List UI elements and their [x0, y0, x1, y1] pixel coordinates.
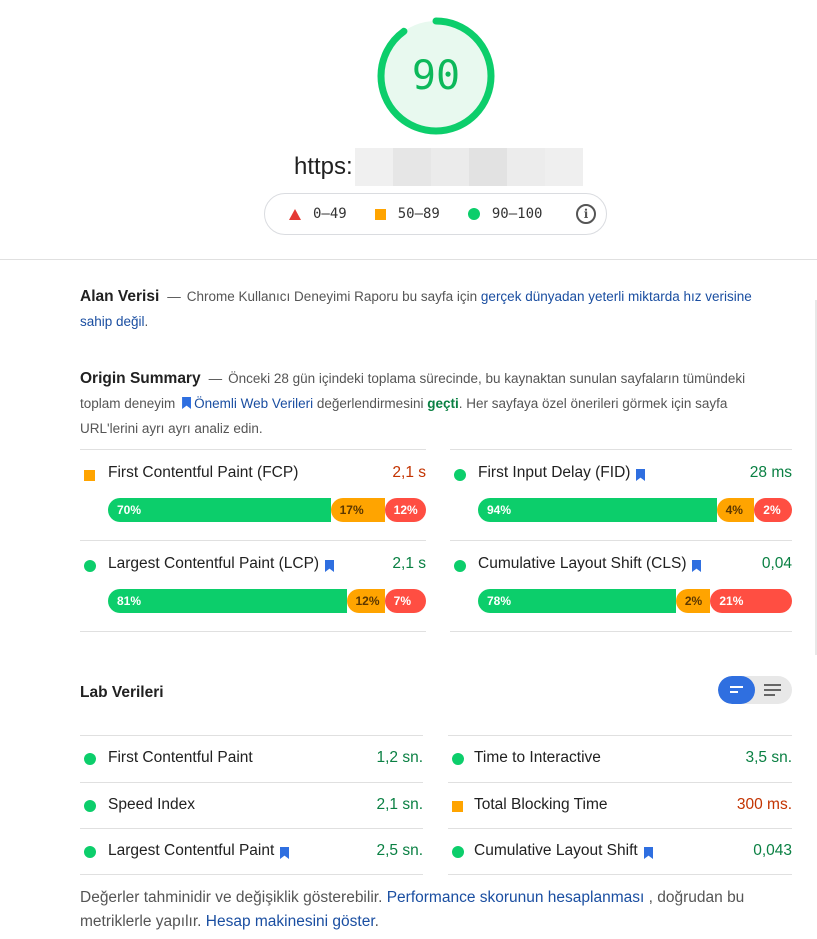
- section-divider: [448, 874, 792, 875]
- metric-name: First Contentful Paint: [108, 749, 253, 766]
- url-text: https:: [294, 153, 353, 180]
- metric-name: First Input Delay (FID): [478, 464, 631, 481]
- triangle-icon: [289, 208, 301, 220]
- square-icon: [84, 470, 95, 481]
- lab-metric: Total Blocking Time 300 ms.: [448, 782, 792, 829]
- score-legend: 0–49 50–89 90–100 i: [264, 193, 607, 235]
- metric-name: Time to Interactive: [474, 749, 601, 766]
- calculator-link[interactable]: Hesap makinesini göster: [206, 913, 375, 930]
- metric-value: 2,1 sn.: [376, 796, 423, 813]
- section-divider: [450, 631, 792, 632]
- metric-value: 28 ms: [749, 464, 792, 481]
- lab-metric: Speed Index 2,1 sn.: [80, 782, 423, 829]
- field-metric: First Contentful Paint (FCP) 2,1 s 70% 17% 1…: [80, 449, 426, 541]
- metric-value: 2,1 s: [392, 464, 426, 481]
- bookmark-icon: [182, 397, 192, 409]
- origin-summary-title: Origin Summary: [80, 370, 201, 387]
- field-data-section: Alan Verisi — Chrome Kullanıcı Deneyimi Ra…: [80, 288, 752, 329]
- distribution-poor: 21%: [710, 589, 792, 613]
- distribution-good: 70%: [108, 498, 331, 522]
- circle-icon: [84, 800, 96, 812]
- score-gauge: 90: [375, 15, 497, 137]
- view-toggle[interactable]: [718, 676, 792, 704]
- legend-item-poor: 0–49: [289, 206, 347, 222]
- metric-value: 1,2 sn.: [376, 749, 423, 766]
- legend-item-average: 50–89: [374, 206, 440, 222]
- distribution-bar: 70% 17% 12%: [108, 498, 426, 522]
- field-metric: First Input Delay (FID) 28 ms 94% 4% 2%: [450, 449, 792, 541]
- header-divider: [0, 259, 817, 260]
- legend-item-good: 90–100: [467, 206, 542, 222]
- circle-icon: [454, 560, 466, 572]
- metric-name: Largest Contentful Paint (LCP): [108, 555, 320, 572]
- metric-value: 2,5 sn.: [376, 842, 423, 859]
- circle-icon: [452, 753, 464, 765]
- metric-name: Largest Contentful Paint: [108, 842, 275, 859]
- circle-icon: [84, 846, 96, 858]
- square-icon: [452, 801, 463, 812]
- footer-note: Değerler tahminidir ve değişiklik göster…: [80, 889, 745, 930]
- field-data-title: Alan Verisi: [80, 288, 160, 305]
- metric-value: 3,5 sn.: [745, 749, 792, 766]
- bookmark-icon: [692, 560, 701, 572]
- distribution-bar: 78% 2% 21%: [478, 589, 792, 613]
- lab-metric: Largest Contentful Paint 2,5 sn.: [80, 828, 423, 875]
- circle-icon: [84, 753, 96, 765]
- metric-name: Speed Index: [108, 796, 196, 813]
- metric-name: First Contentful Paint (FCP): [108, 464, 299, 481]
- metric-name: Total Blocking Time: [474, 796, 608, 813]
- assessment-status: geçti: [427, 396, 459, 411]
- distribution-average: 4%: [716, 498, 755, 522]
- metric-name: Cumulative Layout Shift: [474, 842, 638, 859]
- metric-name: Cumulative Layout Shift (CLS): [478, 555, 687, 572]
- distribution-poor: 7%: [384, 589, 426, 613]
- distribution-average: 2%: [675, 589, 711, 613]
- circle-icon: [84, 560, 96, 572]
- circle-icon: [467, 208, 480, 220]
- distribution-average: 17%: [330, 498, 385, 522]
- origin-summary-section: Origin Summary — Önceki 28 gün içindeki to…: [80, 370, 746, 436]
- square-icon: [374, 208, 386, 220]
- metric-value: 0,043: [753, 842, 792, 859]
- distribution-poor: 2%: [754, 498, 792, 522]
- circle-icon: [452, 846, 464, 858]
- bookmark-icon: [644, 847, 653, 859]
- distribution-bar: 81% 12% 7%: [108, 589, 426, 613]
- distribution-average: 12%: [346, 589, 385, 613]
- performance-score-link[interactable]: Performance skorunun hesaplanması: [387, 889, 645, 906]
- lab-metric: Cumulative Layout Shift 0,043: [448, 828, 792, 875]
- url-redaction: [354, 148, 583, 186]
- bookmark-icon: [280, 847, 289, 859]
- metric-value: 2,1 s: [392, 555, 426, 572]
- distribution-good: 78%: [478, 589, 676, 613]
- distribution-bar: 94% 4% 2%: [478, 498, 792, 522]
- metric-value: 300 ms.: [736, 796, 792, 813]
- info-icon[interactable]: i: [576, 204, 596, 224]
- lab-data-title: Lab Verileri: [80, 684, 164, 701]
- field-metric: Largest Contentful Paint (LCP) 2,1 s 81% 12…: [80, 540, 426, 632]
- lab-metric: First Contentful Paint 1,2 sn.: [80, 735, 423, 782]
- distribution-good: 81%: [108, 589, 347, 613]
- summary-view-icon: [730, 686, 743, 696]
- circle-icon: [454, 469, 466, 481]
- list-view-icon[interactable]: [764, 684, 781, 699]
- section-divider: [80, 874, 423, 875]
- score-value: 90: [411, 53, 461, 99]
- bookmark-icon: [325, 560, 334, 572]
- field-metric: Cumulative Layout Shift (CLS) 0,04 78% 2% 21…: [450, 540, 792, 632]
- page-url: https:: [294, 148, 583, 186]
- metric-value: 0,04: [761, 555, 792, 572]
- distribution-good: 94%: [478, 498, 717, 522]
- bookmark-icon: [636, 469, 645, 481]
- distribution-poor: 12%: [384, 498, 426, 522]
- lab-metric: Time to Interactive 3,5 sn.: [448, 735, 792, 782]
- section-divider: [80, 631, 426, 632]
- core-web-vitals-link[interactable]: Önemli Web Verileri: [194, 396, 313, 411]
